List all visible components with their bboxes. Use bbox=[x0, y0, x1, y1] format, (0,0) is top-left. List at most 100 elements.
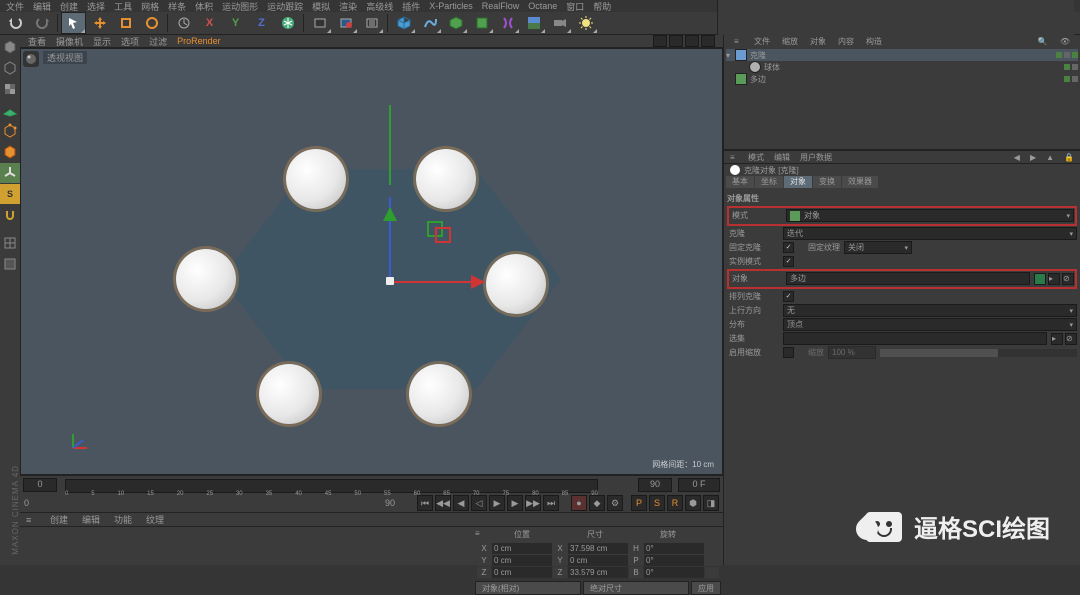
menu-item[interactable]: Octane bbox=[528, 1, 557, 11]
render-pv[interactable] bbox=[333, 12, 358, 34]
vp-menu-item[interactable]: 选项 bbox=[121, 35, 139, 48]
menu-item[interactable]: 运动跟踪 bbox=[267, 0, 303, 13]
menu-item[interactable]: 创建 bbox=[60, 0, 78, 13]
point-mode[interactable] bbox=[0, 121, 20, 141]
om-tab[interactable]: 内容 bbox=[834, 36, 858, 47]
menu-item[interactable]: 帮助 bbox=[593, 0, 611, 13]
am-tab[interactable]: 模式 bbox=[748, 152, 764, 163]
pos-z-input[interactable]: 0 cm bbox=[492, 567, 552, 578]
vp-menu-item[interactable]: 查看 bbox=[28, 35, 46, 48]
generator[interactable] bbox=[443, 12, 468, 34]
cube-primitive[interactable] bbox=[391, 12, 416, 34]
environment[interactable] bbox=[521, 12, 546, 34]
menu-item[interactable]: 文件 bbox=[6, 0, 24, 13]
axis-lock-z[interactable]: Z bbox=[249, 12, 274, 34]
menu-item[interactable]: 体积 bbox=[195, 0, 213, 13]
next-key-button[interactable]: ▶▶ bbox=[525, 495, 541, 511]
record-button[interactable]: ● bbox=[571, 495, 587, 511]
status-item[interactable]: 编辑 bbox=[82, 513, 100, 526]
autokey-button[interactable]: ◆ bbox=[589, 495, 605, 511]
size-mode-dropdown[interactable]: 绝对尺寸 bbox=[583, 581, 689, 595]
camera-object[interactable] bbox=[547, 12, 572, 34]
sel-clear-icon[interactable]: ⊘ bbox=[1065, 333, 1077, 345]
menu-item[interactable]: RealFlow bbox=[482, 1, 520, 11]
menu-item[interactable]: 网格 bbox=[141, 0, 159, 13]
expand-icon[interactable]: ▾ bbox=[726, 51, 732, 60]
workplane-snap[interactable] bbox=[0, 254, 20, 274]
snap-toggle[interactable] bbox=[0, 205, 20, 225]
workplane-mode[interactable] bbox=[0, 100, 20, 120]
status-item[interactable]: 功能 bbox=[114, 513, 132, 526]
om-tab[interactable]: 缩放 bbox=[778, 36, 802, 47]
menu-item[interactable]: 样条 bbox=[168, 0, 186, 13]
rot-b-input[interactable]: 0° bbox=[644, 567, 704, 578]
clone-dropdown[interactable]: 迭代 bbox=[783, 227, 1077, 240]
move-tool[interactable] bbox=[87, 12, 112, 34]
am-lock-icon[interactable]: 🔒 bbox=[1064, 153, 1074, 162]
vp-menu-item[interactable]: 摄像机 bbox=[56, 35, 83, 48]
axis-lock-x[interactable]: X bbox=[197, 12, 222, 34]
am-tab[interactable]: 编辑 bbox=[774, 152, 790, 163]
menu-item[interactable]: 插件 bbox=[402, 0, 420, 13]
render-settings[interactable] bbox=[359, 12, 384, 34]
plane-gizmo[interactable] bbox=[421, 219, 457, 255]
fix-clone-checkbox[interactable] bbox=[783, 242, 794, 253]
axis-x-arrow[interactable] bbox=[471, 275, 485, 289]
rotate-tool[interactable] bbox=[139, 12, 164, 34]
vp-menu-item[interactable]: 显示 bbox=[93, 35, 111, 48]
go-start-button[interactable]: ⏮ bbox=[417, 495, 433, 511]
deformer[interactable] bbox=[495, 12, 520, 34]
menu-item[interactable]: 模拟 bbox=[312, 0, 330, 13]
attr-tab-object[interactable]: 对象 bbox=[784, 176, 812, 188]
distribution-dropdown[interactable]: 顶点 bbox=[783, 318, 1077, 331]
generator2[interactable] bbox=[469, 12, 494, 34]
vp-menu-item[interactable]: 过滤 bbox=[149, 35, 167, 48]
viewport-perspective[interactable]: 透视视图 网格间距：10 cm bbox=[20, 48, 723, 475]
undo-button[interactable] bbox=[3, 12, 28, 34]
key-scale[interactable]: S bbox=[649, 495, 665, 511]
attr-tab-coord[interactable]: 坐标 bbox=[755, 176, 783, 188]
key-pos[interactable]: P bbox=[631, 495, 647, 511]
size-x-input[interactable]: 37.598 cm bbox=[568, 543, 628, 554]
range-start[interactable]: 0 bbox=[24, 498, 48, 508]
sel-picker-icon[interactable]: ▸ bbox=[1051, 333, 1063, 345]
pos-y-input[interactable]: 0 cm bbox=[492, 555, 552, 566]
menu-item[interactable]: 窗口 bbox=[566, 0, 584, 13]
menu-item[interactable]: 编辑 bbox=[33, 0, 51, 13]
tree-item-polygon[interactable]: 多边 bbox=[750, 74, 766, 85]
am-nav-fwd[interactable]: ▶ bbox=[1030, 153, 1036, 162]
am-nav-back[interactable]: ◀ bbox=[1014, 153, 1020, 162]
key-options[interactable]: ⚙ bbox=[607, 495, 623, 511]
am-tab[interactable]: 用户数据 bbox=[800, 152, 832, 163]
menu-item[interactable]: 工具 bbox=[114, 0, 132, 13]
render-view[interactable] bbox=[307, 12, 332, 34]
align-checkbox[interactable] bbox=[783, 291, 794, 302]
viewport-solo[interactable]: S bbox=[0, 184, 20, 204]
rot-p-input[interactable]: 0° bbox=[644, 555, 704, 566]
status-item[interactable]: 纹理 bbox=[146, 513, 164, 526]
menu-item[interactable]: 运动图形 bbox=[222, 0, 258, 13]
scale-tool[interactable] bbox=[113, 12, 138, 34]
select-tool[interactable] bbox=[61, 12, 86, 34]
om-tab[interactable]: 文件 bbox=[750, 36, 774, 47]
key-pla[interactable]: ◨ bbox=[703, 495, 719, 511]
vp-menu-item[interactable]: ProRender bbox=[177, 36, 221, 46]
play-reverse-button[interactable]: ◁ bbox=[471, 495, 487, 511]
am-nav-up[interactable]: ▲ bbox=[1046, 153, 1054, 162]
spline-primitive[interactable] bbox=[417, 12, 442, 34]
timeline-ruler[interactable]: 0 051015202530354045505560657075808590 9… bbox=[20, 475, 723, 494]
key-rot[interactable]: R bbox=[667, 495, 683, 511]
vp-camera-icon[interactable] bbox=[23, 51, 39, 67]
model-mode[interactable] bbox=[0, 58, 20, 78]
redo-button[interactable] bbox=[29, 12, 54, 34]
rot-h-input[interactable]: 0° bbox=[644, 543, 704, 554]
axis-lock-y[interactable]: Y bbox=[223, 12, 248, 34]
fix-tex-dropdown[interactable]: 关闭 bbox=[844, 241, 912, 254]
next-frame-button[interactable]: ▶ bbox=[507, 495, 523, 511]
tree-item-cloner[interactable]: 克隆 bbox=[750, 50, 766, 61]
frame-end-input[interactable]: 90 bbox=[638, 478, 672, 492]
frame-start-input[interactable]: 0 bbox=[23, 478, 57, 492]
attr-tab-basic[interactable]: 基本 bbox=[726, 176, 754, 188]
om-view-icon[interactable]: 👁 bbox=[1056, 37, 1074, 46]
mode-dropdown[interactable]: 对象 bbox=[786, 209, 1074, 222]
